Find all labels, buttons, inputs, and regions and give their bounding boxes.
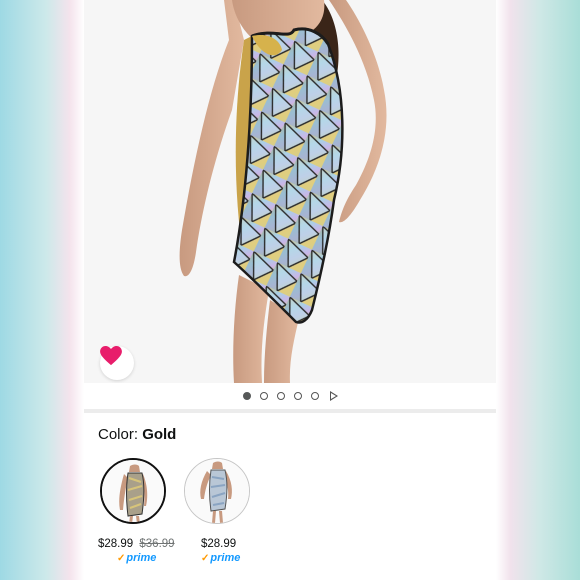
dress-thumbnail-silver bbox=[185, 459, 249, 523]
product-image[interactable] bbox=[84, 0, 496, 383]
model-photo bbox=[84, 0, 496, 383]
play-icon[interactable] bbox=[329, 391, 338, 401]
heart-icon bbox=[100, 346, 122, 366]
color-label: Color: bbox=[98, 426, 139, 443]
color-selection-label: Color: Gold bbox=[98, 426, 176, 443]
variant-swatch-silver[interactable] bbox=[184, 458, 254, 524]
variant-thumbnail[interactable] bbox=[184, 458, 250, 524]
variant-thumbnail[interactable] bbox=[100, 458, 166, 524]
variant-swatch-gold[interactable] bbox=[100, 458, 170, 524]
gallery-dot-5[interactable] bbox=[310, 392, 319, 400]
variant-price: $28.99 bbox=[98, 538, 134, 550]
gallery-pagination bbox=[84, 383, 496, 409]
check-icon: ✓ bbox=[201, 552, 210, 564]
gallery-dot-1[interactable] bbox=[242, 392, 251, 400]
favorite-button[interactable] bbox=[100, 346, 134, 380]
section-divider bbox=[84, 409, 496, 413]
variant-price-gold: $28.99 $36.99 bbox=[98, 538, 175, 550]
variant-price: $28.99 bbox=[201, 538, 237, 550]
gallery-dot-4[interactable] bbox=[293, 392, 302, 400]
prime-badge-silver: ✓ prime bbox=[201, 552, 240, 564]
variant-list-price: $36.99 bbox=[139, 538, 175, 550]
gallery-dot-3[interactable] bbox=[276, 392, 285, 400]
prime-label: prime bbox=[210, 552, 241, 564]
gallery-dot-2[interactable] bbox=[259, 392, 268, 400]
check-icon: ✓ bbox=[117, 552, 126, 564]
variant-price-silver: $28.99 bbox=[201, 538, 236, 550]
prime-badge-gold: ✓ prime bbox=[117, 552, 156, 564]
prime-label: prime bbox=[126, 552, 157, 564]
dress-thumbnail-gold bbox=[102, 460, 164, 522]
color-value: Gold bbox=[142, 426, 177, 443]
product-page: Color: Gold $28.99 $36.99 ✓ prime $28.99… bbox=[84, 0, 496, 580]
